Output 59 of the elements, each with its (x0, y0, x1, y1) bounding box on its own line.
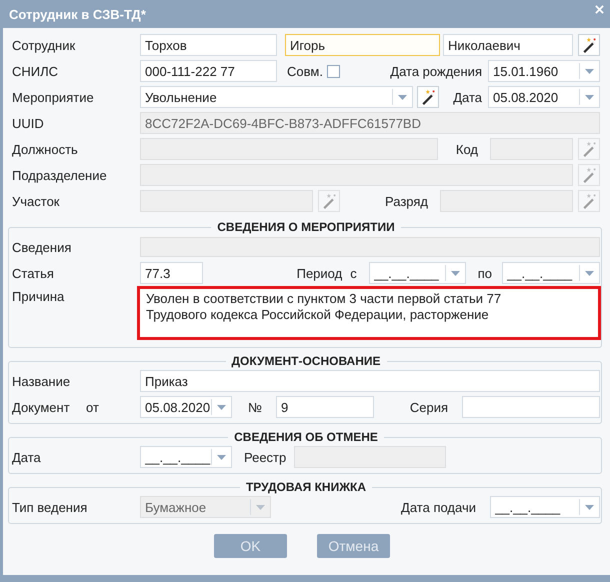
field-label: Дата подачи (401, 500, 476, 514)
magic-wand-icon (420, 89, 436, 105)
field-label: Должность (12, 142, 79, 156)
field-label: Участок (12, 194, 60, 208)
field-label: Период (296, 266, 342, 280)
field-label: Сотрудник (12, 38, 76, 52)
group-title: СВЕДЕНИЯ О МЕРОПРИЯТИИ (216, 220, 396, 234)
group-title: ДОКУМЕНТ-ОСНОВАНИЕ (230, 354, 382, 368)
text-field[interactable]: Николаевич (443, 34, 573, 56)
date-dropdown[interactable]: 05.08.2020 (140, 396, 232, 418)
field-label: Подразделение (12, 168, 108, 182)
reason-field[interactable]: Уволен в соответствии с пунктом 3 части первой статьи 77 Трудового кодекса Российской Федерации, расторжение (137, 286, 601, 340)
magic-wand-icon (581, 167, 597, 183)
field-label: Серия (410, 400, 448, 414)
date-dropdown[interactable]: 15.01.1960 (488, 60, 600, 82)
text-field[interactable]: 77.3 (140, 262, 203, 284)
field-label: Статья (12, 266, 55, 280)
field-label: Реестр (244, 450, 286, 464)
field-label: Документ (12, 400, 71, 414)
field-label: UUID (12, 116, 45, 130)
checkbox[interactable] (326, 64, 340, 78)
magic-wand-icon (581, 193, 597, 209)
dropdown[interactable]: Увольнение (140, 86, 413, 108)
field-label: Дата рождения (390, 64, 482, 78)
field-label: Сведения (12, 240, 72, 254)
text-field[interactable]: Приказ (140, 370, 600, 392)
field-label: Название (12, 374, 72, 388)
field-label: Совм. (287, 64, 323, 78)
text-field[interactable]: Торхов (140, 34, 277, 56)
magic-wand-icon (581, 37, 597, 53)
text-field[interactable]: 000-111-222 77 (140, 60, 277, 82)
text-field[interactable]: Игорь (285, 34, 440, 56)
date-dropdown[interactable]: __.__.____ (368, 262, 466, 284)
close-icon[interactable] (595, 5, 604, 14)
field-label: по (478, 266, 492, 280)
date-dropdown[interactable]: __.__.____ (490, 496, 600, 518)
field-label: Разряд (385, 194, 428, 208)
field-label: Тип ведения (12, 500, 88, 514)
magic-wand-icon (321, 193, 337, 209)
date-dropdown[interactable]: __.__.____ (502, 262, 600, 284)
field-label: СНИЛС (12, 64, 60, 78)
group-title: ТРУДОВАЯ КНИЖКА (244, 480, 368, 494)
field-label: № (248, 400, 262, 414)
field-label: от (86, 400, 100, 414)
window-title: Сотрудник в СЗВ-ТД* (9, 6, 146, 22)
field-label: Дата (12, 450, 42, 464)
field-label: с (350, 266, 357, 280)
field-label: Код (456, 142, 478, 156)
group-title: СВЕДЕНИЯ ОБ ОТМЕНЕ (233, 430, 379, 444)
field-label: Мероприятие (12, 90, 95, 104)
field-label: Причина (12, 288, 66, 304)
text-field[interactable]: 9 (276, 396, 374, 418)
date-dropdown[interactable]: __.__.____ (140, 446, 232, 468)
field-label: Дата (453, 90, 482, 104)
picker-button[interactable] (578, 34, 600, 56)
text-field[interactable] (462, 396, 600, 418)
picker-button[interactable] (417, 86, 439, 108)
date-dropdown[interactable]: 05.08.2020 (488, 86, 600, 108)
magic-wand-icon (581, 141, 597, 157)
